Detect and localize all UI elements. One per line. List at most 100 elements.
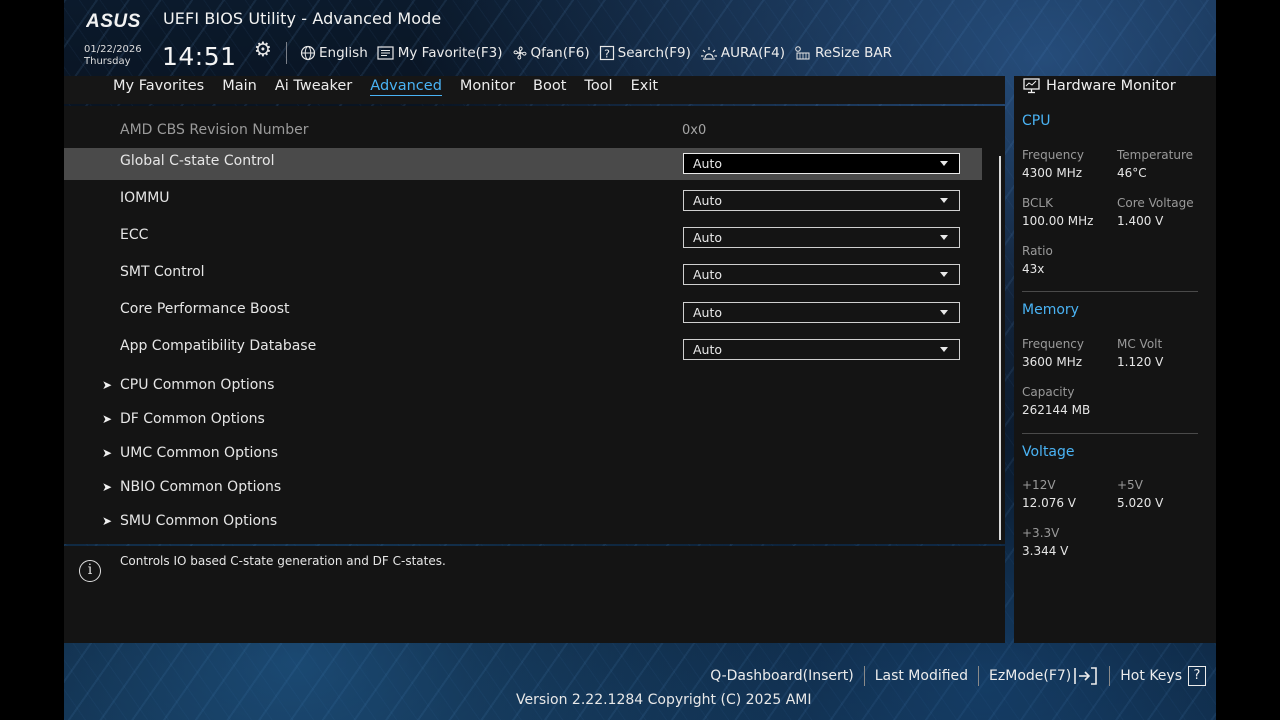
voltage-section-title: Voltage bbox=[1022, 444, 1075, 460]
exit-arrow-icon bbox=[1074, 667, 1098, 685]
tab-main[interactable]: Main bbox=[222, 78, 257, 96]
hot-keys-label: Hot Keys bbox=[1120, 668, 1182, 684]
date-display[interactable]: 01/22/2026 Thursday bbox=[84, 44, 142, 68]
submenu-label: DF Common Options bbox=[120, 411, 265, 427]
aura-button[interactable]: AURA(F4) bbox=[700, 45, 785, 61]
submenu-cpu-common-options[interactable]: ➤ CPU Common Options bbox=[102, 377, 274, 393]
dropdown-value: Auto bbox=[693, 156, 723, 171]
aura-label: AURA(F4) bbox=[720, 45, 785, 61]
day-text: Thursday bbox=[84, 56, 131, 67]
tab-monitor[interactable]: Monitor bbox=[460, 78, 515, 96]
version-text: Version 2.22.1284 Copyright (C) 2025 AMI bbox=[516, 692, 812, 708]
arrow-right-icon: ➤ bbox=[102, 378, 113, 392]
resize-bar-icon bbox=[795, 46, 810, 60]
gear-icon[interactable]: ⚙ bbox=[254, 38, 274, 60]
language-button[interactable]: English bbox=[300, 45, 368, 61]
footer-divider bbox=[1109, 666, 1111, 686]
memory-frequency-label: Frequency bbox=[1022, 337, 1084, 351]
qfan-label: Qfan(F6) bbox=[530, 45, 590, 61]
core-voltage-value: 1.400 V bbox=[1117, 214, 1164, 228]
fan-icon bbox=[513, 46, 526, 60]
settings-scrollbar[interactable] bbox=[999, 156, 1001, 540]
dropdown-value: Auto bbox=[693, 230, 723, 245]
setting-core-performance-boost[interactable]: Core Performance Boost Auto bbox=[64, 298, 982, 330]
v5-label: +5V bbox=[1117, 478, 1143, 492]
cpu-frequency-label: Frequency bbox=[1022, 148, 1084, 162]
search-icon: ? bbox=[599, 45, 614, 61]
submenu-label: SMU Common Options bbox=[120, 513, 278, 529]
arrow-right-icon: ➤ bbox=[102, 412, 113, 426]
window-title: UEFI BIOS Utility - Advanced Mode bbox=[163, 9, 442, 28]
q-dashboard-button[interactable]: Q-Dashboard(Insert) bbox=[710, 668, 854, 684]
setting-label: Global C-state Control bbox=[120, 153, 275, 169]
resize-bar-button[interactable]: ReSize BAR bbox=[794, 45, 892, 61]
search-label: Search(F9) bbox=[617, 45, 691, 61]
clock[interactable]: 14:51 bbox=[162, 42, 237, 71]
footer-divider bbox=[978, 666, 980, 686]
main-tabs: My Favorites Main Ai Tweaker Advanced Mo… bbox=[113, 78, 676, 96]
tab-tool[interactable]: Tool bbox=[584, 78, 612, 96]
setting-app-compatibility-database[interactable]: App Compatibility Database Auto bbox=[64, 335, 982, 367]
cpu-section-title: CPU bbox=[1022, 113, 1051, 129]
ezmode-button[interactable]: EzMode(F7) bbox=[989, 666, 1099, 686]
resize-bar-label: ReSize BAR bbox=[814, 45, 892, 61]
submenu-smu-common-options[interactable]: ➤ SMU Common Options bbox=[102, 513, 277, 529]
submenu-df-common-options[interactable]: ➤ DF Common Options bbox=[102, 411, 265, 427]
submenu-umc-common-options[interactable]: ➤ UMC Common Options bbox=[102, 445, 278, 461]
asus-logo: ASUS bbox=[86, 11, 141, 32]
info-icon: i bbox=[79, 560, 101, 582]
my-favorite-button[interactable]: My Favorite(F3) bbox=[377, 45, 503, 61]
setting-label: Core Performance Boost bbox=[120, 301, 290, 317]
tab-my-favorites[interactable]: My Favorites bbox=[113, 78, 204, 96]
setting-label: ECC bbox=[120, 227, 149, 243]
ratio-value: 43x bbox=[1022, 262, 1045, 276]
bclk-value: 100.00 MHz bbox=[1022, 214, 1094, 228]
aura-icon bbox=[700, 47, 717, 60]
submenu-label: UMC Common Options bbox=[120, 445, 279, 461]
favorite-icon bbox=[377, 46, 394, 60]
cpu-temperature-value: 46°C bbox=[1117, 166, 1147, 180]
tab-ai-tweaker[interactable]: Ai Tweaker bbox=[275, 78, 352, 96]
dropdown-value: Auto bbox=[693, 267, 723, 282]
v33-label: +3.3V bbox=[1022, 526, 1060, 540]
globe-icon bbox=[300, 45, 316, 61]
ezmode-label: EzMode(F7) bbox=[989, 668, 1072, 684]
app-compatibility-dropdown[interactable]: Auto bbox=[683, 339, 960, 360]
v12-label: +12V bbox=[1022, 478, 1056, 492]
revision-value: 0x0 bbox=[682, 123, 707, 138]
iommu-dropdown[interactable]: Auto bbox=[683, 190, 960, 211]
monitor-icon bbox=[1023, 78, 1040, 94]
hot-keys-button[interactable]: Hot Keys ? bbox=[1120, 666, 1206, 686]
tab-advanced[interactable]: Advanced bbox=[370, 78, 442, 96]
ratio-label: Ratio bbox=[1022, 244, 1053, 258]
tab-exit[interactable]: Exit bbox=[631, 78, 658, 96]
core-performance-boost-dropdown[interactable]: Auto bbox=[683, 302, 960, 323]
setting-label: IOMMU bbox=[120, 190, 170, 206]
caret-down-icon bbox=[940, 235, 948, 240]
global-c-state-dropdown[interactable]: Auto bbox=[683, 153, 960, 174]
my-favorite-label: My Favorite(F3) bbox=[397, 45, 503, 61]
tab-boot[interactable]: Boot bbox=[533, 78, 566, 96]
core-voltage-label: Core Voltage bbox=[1117, 196, 1194, 210]
language-label: English bbox=[319, 45, 368, 61]
submenu-nbio-common-options[interactable]: ➤ NBIO Common Options bbox=[102, 479, 281, 495]
setting-ecc[interactable]: ECC Auto bbox=[64, 223, 982, 255]
ecc-dropdown[interactable]: Auto bbox=[683, 227, 960, 248]
help-text: Controls IO based C-state generation and… bbox=[120, 554, 446, 568]
last-modified-button[interactable]: Last Modified bbox=[875, 668, 968, 684]
hw-divider bbox=[1022, 433, 1198, 434]
smt-control-dropdown[interactable]: Auto bbox=[683, 264, 960, 285]
setting-smt-control[interactable]: SMT Control Auto bbox=[64, 260, 982, 292]
bclk-label: BCLK bbox=[1022, 196, 1053, 210]
setting-iommu[interactable]: IOMMU Auto bbox=[64, 186, 982, 218]
arrow-right-icon: ➤ bbox=[102, 446, 113, 460]
setting-global-c-state-control[interactable]: Global C-state Control Auto bbox=[64, 148, 982, 180]
submenu-label: CPU Common Options bbox=[120, 377, 275, 393]
arrow-right-icon: ➤ bbox=[102, 514, 113, 528]
search-button[interactable]: ? Search(F9) bbox=[599, 45, 691, 61]
v5-value: 5.020 V bbox=[1117, 496, 1164, 510]
cpu-frequency-value: 4300 MHz bbox=[1022, 166, 1083, 180]
last-modified-label: Last Modified bbox=[874, 668, 969, 684]
svg-text:ASUS: ASUS bbox=[86, 11, 141, 32]
qfan-button[interactable]: Qfan(F6) bbox=[512, 45, 590, 61]
